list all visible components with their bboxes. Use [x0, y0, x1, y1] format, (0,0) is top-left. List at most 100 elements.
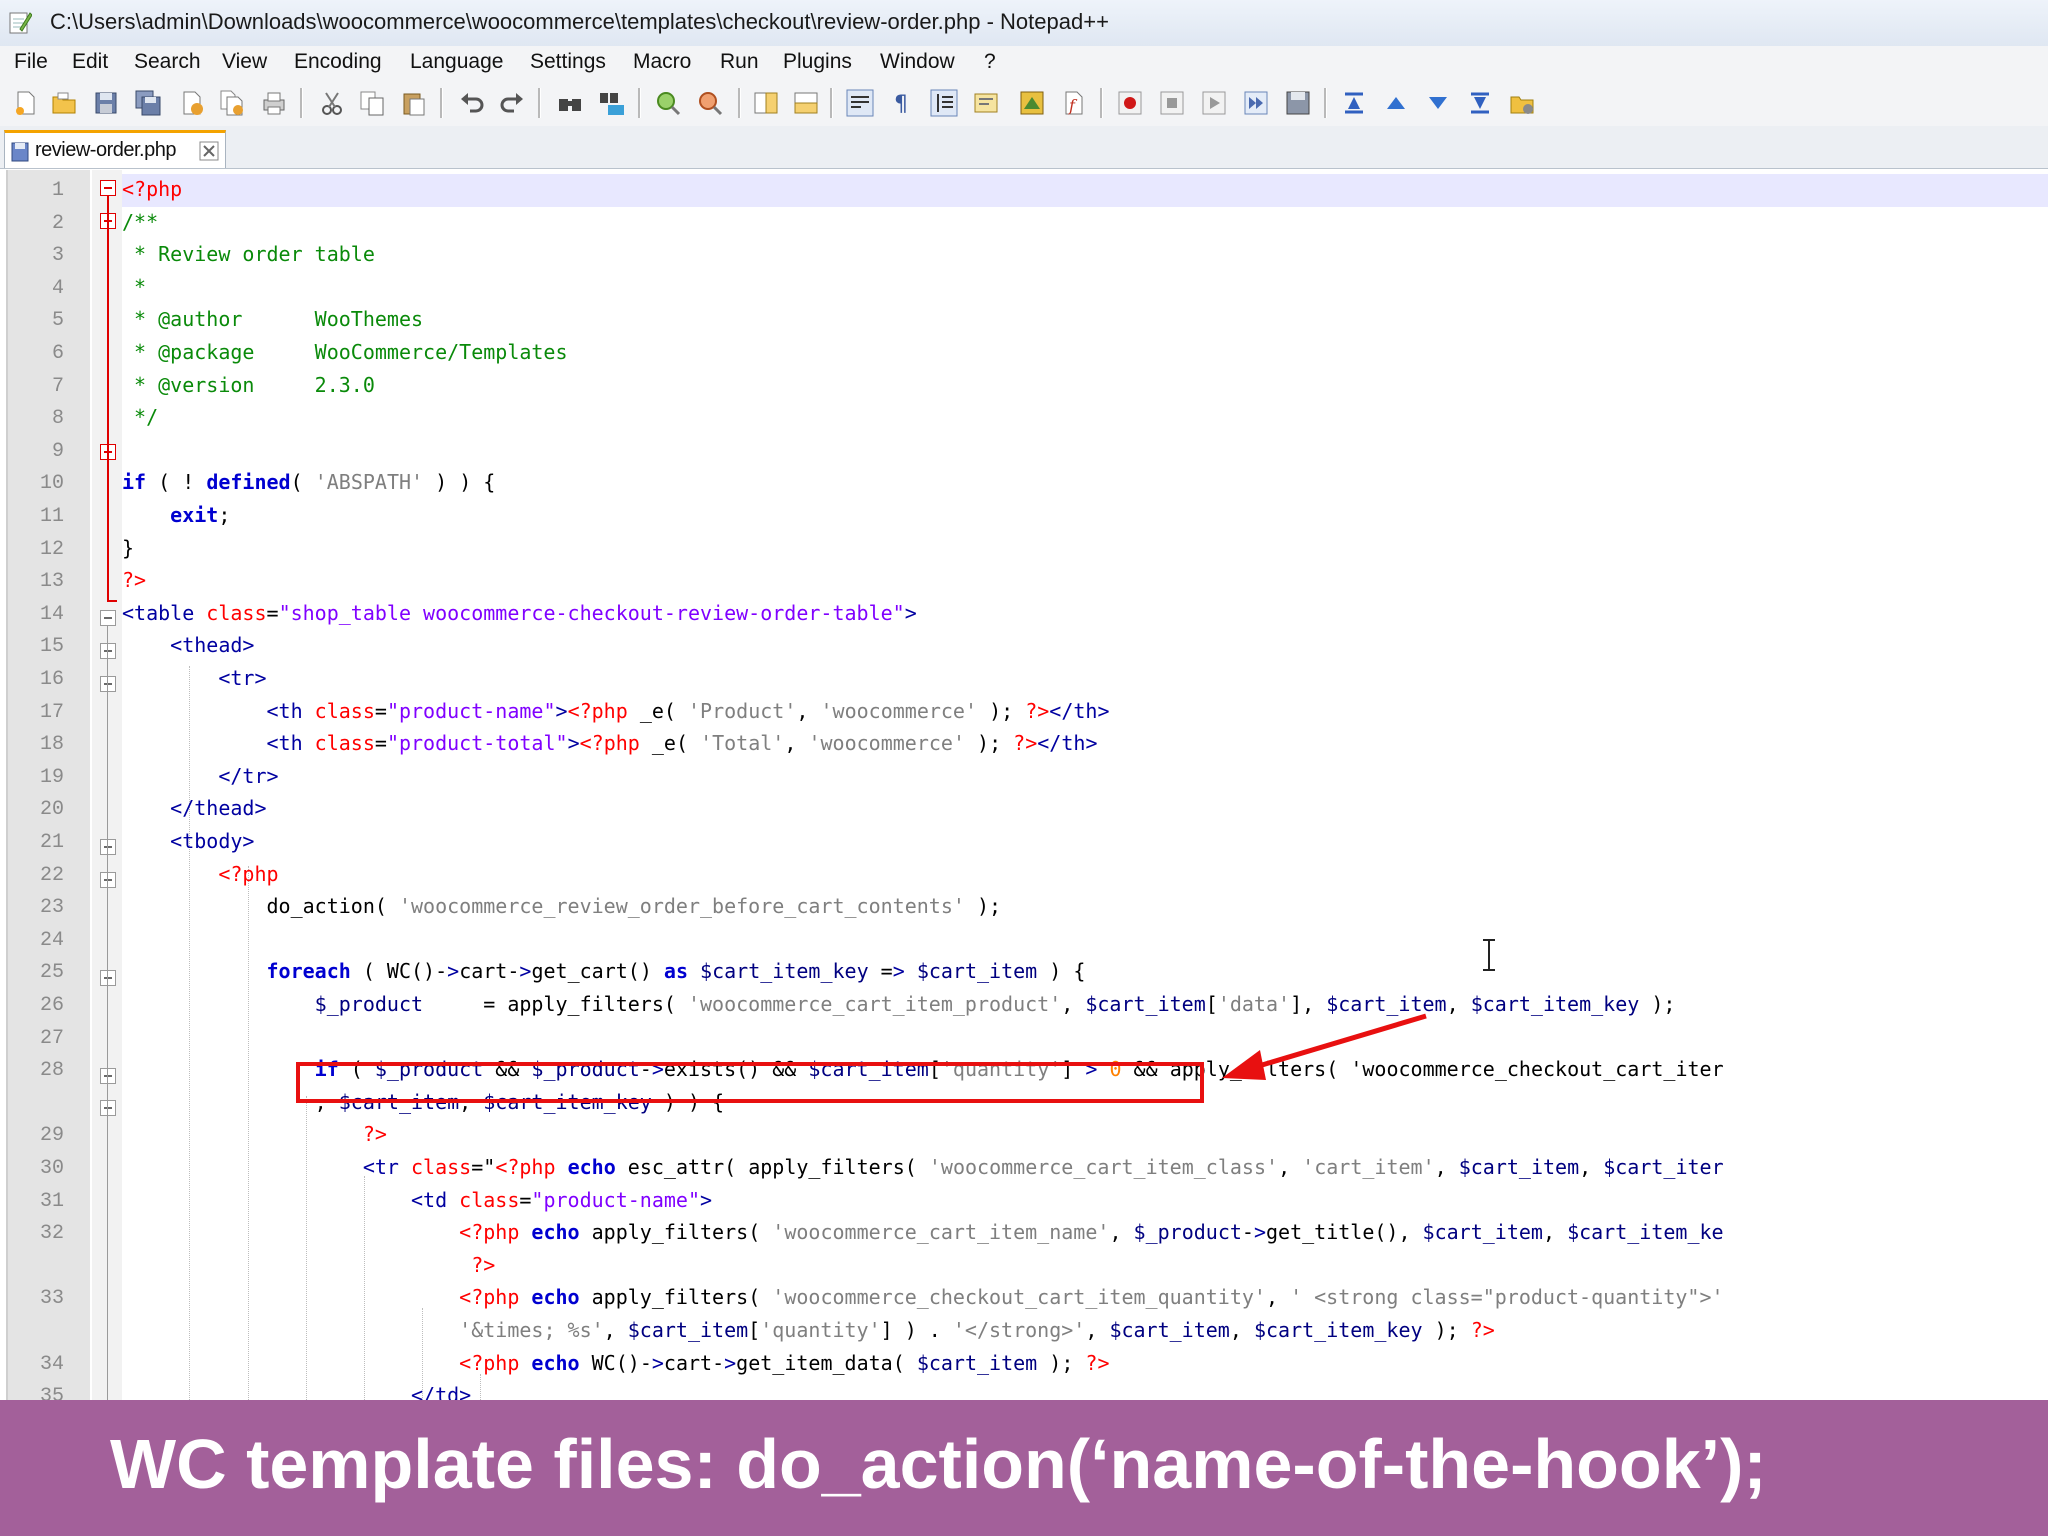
caption-text: WC template files: do_action(‘name-of-th…	[110, 1425, 1767, 1503]
paste-icon[interactable]	[400, 89, 428, 117]
code-line[interactable]: 1 <?php	[8, 174, 2048, 207]
code-line[interactable]: 34 <?php echo WC()->cart->get_item_data(…	[8, 1348, 2048, 1381]
code-line[interactable]: 21 <tbody>	[8, 826, 2048, 859]
play-macro-icon[interactable]	[1200, 89, 1228, 117]
menu-view[interactable]: View	[222, 50, 267, 74]
replace-icon[interactable]	[598, 89, 626, 117]
code-line[interactable]: 14 <table class="shop_table woocommerce-c…	[8, 598, 2048, 631]
toolbar-separator	[538, 88, 541, 118]
up-icon[interactable]	[1382, 89, 1410, 117]
line-number: 1	[51, 179, 64, 202]
doc-map-icon[interactable]	[1018, 89, 1046, 117]
line-code: <th class="product-total"><?php _e( 'Tot…	[266, 731, 1098, 756]
code-line[interactable]: 16 <tr>	[8, 663, 2048, 696]
zoom-in-icon[interactable]	[654, 89, 682, 117]
save-all-icon[interactable]	[134, 89, 162, 117]
close-icon[interactable]	[178, 89, 206, 117]
text-cursor-icon	[1483, 939, 1495, 971]
code-line[interactable]: 26 $_product = apply_filters( 'woocommer…	[8, 989, 2048, 1022]
cut-icon[interactable]	[318, 89, 346, 117]
collapse-icon[interactable]	[1340, 89, 1368, 117]
menu-help[interactable]: ?	[984, 50, 996, 74]
language-icon[interactable]	[972, 89, 1000, 117]
code-line[interactable]: 29 ?>	[8, 1119, 2048, 1152]
new-file-icon[interactable]	[12, 89, 40, 117]
code-line[interactable]: 12}	[8, 533, 2048, 566]
sync-vertical-icon[interactable]	[752, 89, 780, 117]
undo-icon[interactable]	[458, 89, 486, 117]
code-line[interactable]: 15 <thead>	[8, 630, 2048, 663]
code-line[interactable]: 35 </td>	[8, 1380, 2048, 1400]
function-list-icon[interactable]: f	[1060, 89, 1088, 117]
menu-search[interactable]: Search	[134, 50, 201, 74]
menu-settings[interactable]: Settings	[530, 50, 606, 74]
menu-plugins[interactable]: Plugins	[783, 50, 852, 74]
menu-run[interactable]: Run	[720, 50, 759, 74]
code-line[interactable]: 10 if ( ! defined( 'ABSPATH' ) ) {	[8, 467, 2048, 500]
save-icon[interactable]	[92, 89, 120, 117]
line-number: 23	[39, 896, 64, 920]
find-icon[interactable]	[556, 89, 584, 117]
line-number: 22	[39, 863, 64, 887]
line-code: <?php echo WC()->cart->get_item_data( $c…	[459, 1350, 1110, 1375]
expand-icon[interactable]	[1466, 89, 1494, 117]
close-all-icon[interactable]	[218, 89, 246, 117]
menu-macro[interactable]: Macro	[633, 50, 691, 74]
code-line[interactable]: 32 <?php echo apply_filters( 'woocommerc…	[8, 1217, 2048, 1250]
redo-icon[interactable]	[498, 89, 526, 117]
menu-window[interactable]: Window	[880, 50, 955, 74]
code-line[interactable]: 8 */	[8, 402, 2048, 435]
code-line[interactable]: ?>	[8, 1250, 2048, 1283]
line-code: ?>	[471, 1252, 496, 1277]
indent-guide-icon[interactable]	[930, 89, 958, 117]
down-icon[interactable]	[1424, 89, 1452, 117]
zoom-out-icon[interactable]	[696, 89, 724, 117]
word-wrap-icon[interactable]	[846, 89, 874, 117]
code-line[interactable]: 25 foreach ( WC()->cart->get_cart() as $…	[8, 956, 2048, 989]
code-line[interactable]: 31 <td class="product-name">	[8, 1185, 2048, 1218]
tab-review-order[interactable]: review-order.php	[4, 130, 226, 168]
code-line[interactable]: 18 <th class="product-total"><?php _e( '…	[8, 728, 2048, 761]
run-macro-multiple-icon[interactable]	[1242, 89, 1270, 117]
stop-macro-icon[interactable]	[1158, 89, 1186, 117]
code-line[interactable]: 19 </tr>	[8, 761, 2048, 794]
code-line[interactable]: 23 do_action( 'woocommerce_review_order_…	[8, 891, 2048, 924]
svg-text:¶: ¶	[894, 92, 908, 117]
line-code: </td>	[410, 1383, 472, 1400]
line-number: 25	[39, 961, 64, 985]
code-line[interactable]: 20 </thead>	[8, 793, 2048, 826]
menu-language[interactable]: Language	[410, 50, 503, 74]
save-macro-icon[interactable]	[1284, 89, 1312, 117]
code-line[interactable]: 6 * @package WooCommerce/Templates	[8, 337, 2048, 370]
code-line[interactable]: 33 <?php echo apply_filters( 'woocommerc…	[8, 1282, 2048, 1315]
code-line[interactable]: 30 <tr class="<?php echo esc_attr( apply…	[8, 1152, 2048, 1185]
menu-file[interactable]: File	[14, 50, 48, 74]
code-line[interactable]: 5 * @author WooThemes	[8, 304, 2048, 337]
code-line[interactable]: 2 /**	[8, 207, 2048, 240]
copy-icon[interactable]	[358, 89, 386, 117]
tab-close-icon[interactable]	[199, 141, 219, 161]
code-line[interactable]: '&times; %s', $cart_item['quantity'] ) .…	[8, 1315, 2048, 1348]
show-all-chars-icon[interactable]: ¶	[888, 89, 916, 117]
code-line[interactable]: 24	[8, 924, 2048, 957]
menu-edit[interactable]: Edit	[72, 50, 108, 74]
print-icon[interactable]	[260, 89, 288, 117]
code-line[interactable]: 22 <?php	[8, 859, 2048, 892]
code-line[interactable]: 9	[8, 435, 2048, 468]
sync-horizontal-icon[interactable]	[792, 89, 820, 117]
folder-icon[interactable]	[1508, 89, 1536, 117]
menu-encoding[interactable]: Encoding	[294, 50, 382, 74]
code-line[interactable]: 11 exit;	[8, 500, 2048, 533]
code-line[interactable]: 17 <th class="product-name"><?php _e( 'P…	[8, 696, 2048, 729]
code-line[interactable]: 3 * Review order table	[8, 239, 2048, 272]
code-line[interactable]: 13 ?>	[8, 565, 2048, 598]
code-line[interactable]: 4 *	[8, 272, 2048, 305]
open-file-icon[interactable]	[50, 89, 78, 117]
code-editor[interactable]: 1 <?php 2/** 3 * Review order table 4 * 5 * @…	[6, 170, 2048, 1400]
line-code: * @author WooThemes	[122, 307, 424, 332]
code-line[interactable]: 7 * @version 2.3.0	[8, 370, 2048, 403]
code-line[interactable]: 27	[8, 1022, 2048, 1055]
record-macro-icon[interactable]	[1116, 89, 1144, 117]
line-number: 21	[39, 831, 64, 854]
line-number: 35	[39, 1385, 64, 1400]
